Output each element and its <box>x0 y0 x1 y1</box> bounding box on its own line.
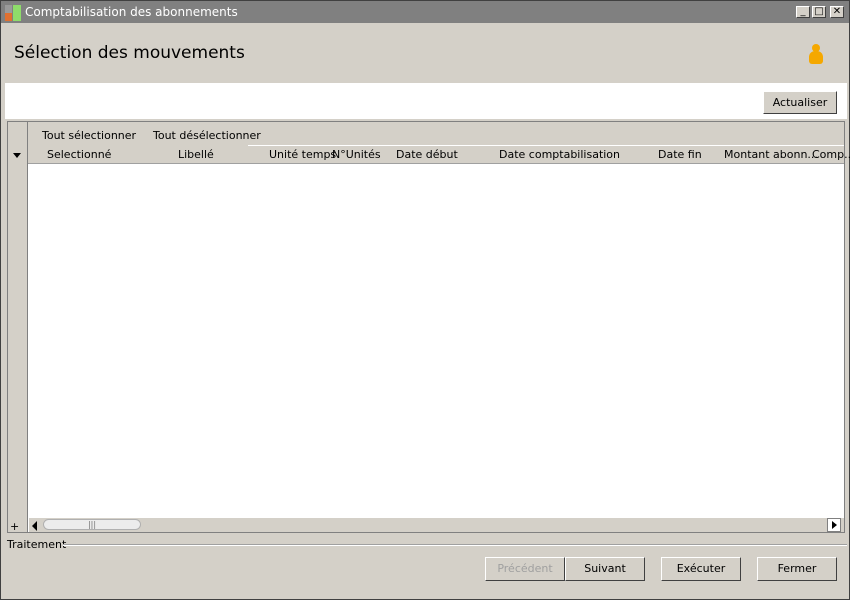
divider <box>63 544 847 546</box>
scroll-thumb[interactable]: ||| <box>43 519 141 530</box>
column-header-label[interactable]: Libellé <box>178 148 214 161</box>
execute-button[interactable]: Exécuter <box>661 557 741 581</box>
horizontal-scrollbar[interactable]: ||| <box>29 518 844 532</box>
row-selector-column: + <box>8 122 28 533</box>
scroll-right-button[interactable] <box>827 518 841 532</box>
next-button[interactable]: Suivant <box>565 557 645 581</box>
column-header-selected[interactable]: Selectionné <box>47 148 111 161</box>
title-bar: Comptabilisation des abonnements _ □ ✕ <box>1 1 849 23</box>
app-icon <box>5 5 21 21</box>
grid-body[interactable] <box>29 164 844 518</box>
scroll-right-icon <box>832 521 837 529</box>
column-header-posting-date[interactable]: Date comptabilisation <box>499 148 620 161</box>
column-header-start-date[interactable]: Date début <box>396 148 458 161</box>
toolbar: Actualiser <box>5 83 847 119</box>
deselect-all-button[interactable]: Tout désélectionner <box>153 129 261 142</box>
scroll-left-icon[interactable] <box>32 521 37 531</box>
processing-section-label: Traitement <box>7 538 67 551</box>
column-header-time-unit[interactable]: Unité temps <box>269 148 336 161</box>
chevron-down-icon[interactable] <box>13 153 21 158</box>
column-header-subscription-amount[interactable]: Montant abonn... <box>724 148 818 161</box>
close-button[interactable]: Fermer <box>757 557 837 581</box>
page-title: Sélection des mouvements <box>14 43 245 63</box>
movements-grid: + Tout sélectionner Tout désélectionner … <box>7 121 850 533</box>
maximize-button[interactable]: □ <box>812 6 826 18</box>
page-header: Sélection des mouvements <box>2 23 848 83</box>
select-all-button[interactable]: Tout sélectionner <box>42 129 136 142</box>
column-header-account[interactable]: Comp... <box>812 148 850 161</box>
user-icon[interactable] <box>807 44 825 66</box>
column-header-unit-count[interactable]: N°Unités <box>332 148 381 161</box>
previous-button[interactable]: Précédent <box>485 557 565 581</box>
selection-bar: Tout sélectionner Tout désélectionner <box>28 122 844 146</box>
close-window-button[interactable]: ✕ <box>830 6 844 18</box>
column-header-end-date[interactable]: Date fin <box>658 148 702 161</box>
refresh-button[interactable]: Actualiser <box>763 91 837 114</box>
window: Comptabilisation des abonnements _ □ ✕ S… <box>0 0 850 600</box>
column-header-row: Selectionné Libellé Unité temps N°Unités… <box>28 145 850 164</box>
add-row-button[interactable]: + <box>10 520 19 533</box>
minimize-button[interactable]: _ <box>796 6 810 18</box>
window-title: Comptabilisation des abonnements <box>25 5 238 19</box>
